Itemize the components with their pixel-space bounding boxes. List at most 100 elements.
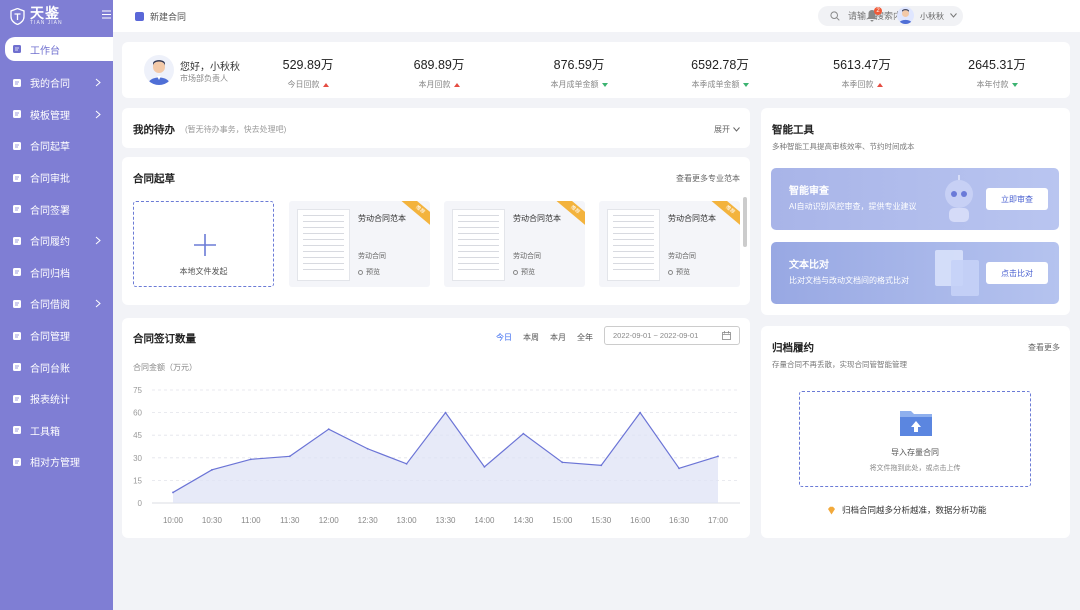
sidebar-item-6[interactable]: 合同履约: [0, 225, 113, 257]
report-icon: [13, 394, 21, 403]
data-point: [366, 447, 369, 450]
text-compare-button[interactable]: 点击比对: [986, 262, 1048, 284]
folder-upload-icon: [900, 411, 932, 436]
logo-title: 天鉴: [30, 5, 60, 21]
data-point: [327, 428, 330, 431]
range-tab[interactable]: 本周: [523, 332, 539, 343]
archive-icon: [13, 268, 21, 277]
page-tab[interactable]: 新建合同: [135, 10, 186, 23]
sidebar-item-9[interactable]: 合同管理: [0, 320, 113, 352]
tools-subtitle: 多种智能工具提高审核效率、节约时间成本: [772, 142, 915, 151]
data-point: [444, 411, 447, 414]
tool-name: 智能审查: [789, 186, 829, 197]
template-preview-button[interactable]: 预览: [513, 267, 535, 277]
template-type: 劳动合同: [358, 253, 386, 260]
template-title: 劳动合同范本: [668, 214, 716, 223]
y-tick-label: 45: [133, 431, 142, 440]
notification-badge: 2: [874, 7, 882, 15]
draft-title: 合同起草: [133, 173, 175, 185]
greeting-role: 市场部负责人: [180, 74, 228, 83]
document-icon: [13, 78, 21, 87]
avatar-icon: [148, 60, 170, 85]
range-tab[interactable]: 本月: [550, 332, 566, 343]
chart-title: 合同签订数量: [133, 333, 196, 345]
local-upload-button[interactable]: 本地文件发起: [133, 201, 274, 287]
x-tick-label: 10:00: [163, 516, 184, 525]
stat-item: 6592.78万 本季成单金额: [675, 54, 765, 90]
data-point: [678, 467, 680, 470]
user-avatar[interactable]: [897, 7, 914, 24]
document-thumbnail: [452, 209, 505, 281]
sidebar-item-13[interactable]: 相对方管理: [0, 446, 113, 478]
range-tab[interactable]: 今日: [496, 332, 512, 343]
sidebar-item-11[interactable]: 报表统计: [0, 383, 113, 415]
sidebar-item-10[interactable]: 合同台账: [0, 351, 113, 383]
sidebar-item-3[interactable]: 合同起草: [0, 130, 113, 162]
stat-item: 2645.31万 本年付款: [952, 54, 1042, 90]
data-point: [483, 465, 486, 468]
x-tick-label: 13:00: [397, 516, 418, 525]
menu-collapse-icon[interactable]: [102, 10, 111, 19]
calendar-icon: [722, 331, 731, 340]
stats-card: 您好，小秋秋 市场部负责人 529.89万 今日回款 689.89万 本月回款 876.…: [122, 42, 1070, 98]
date-range-picker[interactable]: 2022-09-01 ~ 2022-09-01: [604, 326, 740, 345]
document-icon: [135, 11, 144, 21]
stat-item: 5613.47万 本季回款: [817, 54, 907, 90]
template-preview-button[interactable]: 预览: [358, 267, 380, 277]
chart-card: 合同签订数量 今日 本周 本月 全年 2022-09-01 ~ 2022-09-01 …: [122, 318, 750, 538]
sidebar-item-4[interactable]: 合同审批: [0, 162, 113, 194]
data-point: [639, 411, 642, 414]
todo-expand-button[interactable]: 展开: [714, 124, 740, 135]
sidebar-item-7[interactable]: 合同归档: [0, 257, 113, 289]
template-card[interactable]: 劳动合同范本 劳动合同 预览 推荐: [444, 201, 585, 287]
chevron-right-icon: [95, 299, 101, 308]
chevron-down-icon[interactable]: [950, 13, 957, 18]
scrollbar[interactable]: [743, 197, 747, 247]
search-icon: [830, 11, 840, 21]
data-point: [288, 455, 291, 458]
template-card[interactable]: 劳动合同范本 劳动合同 预览 推荐: [289, 201, 430, 287]
sidebar-item-2[interactable]: 模板管理: [0, 99, 113, 131]
sidebar-item-label: 相对方管理: [30, 458, 80, 470]
tools-title: 智能工具: [772, 124, 814, 136]
template-preview-button[interactable]: 预览: [668, 267, 690, 277]
sidebar-item-0[interactable]: 工作台: [5, 37, 113, 61]
sidebar-item-1[interactable]: 我的合同: [0, 67, 113, 99]
stat-value: 2645.31万: [968, 58, 1026, 72]
archive-drop-hint: 将文件拖到此处，或点击上传: [869, 465, 961, 472]
y-tick-label: 30: [133, 454, 142, 463]
edit-icon: [13, 141, 21, 150]
x-tick-label: 15:30: [591, 516, 612, 525]
archive-title: 归档履约: [772, 342, 814, 354]
template-card[interactable]: 劳动合同范本 劳动合同 预览 推荐: [599, 201, 740, 287]
sidebar-item-label: 合同归档: [30, 268, 70, 280]
range-tab[interactable]: 全年: [577, 332, 593, 343]
ledger-icon: [13, 363, 21, 372]
stat-value: 529.89万: [282, 58, 334, 72]
document-thumbnail: [297, 209, 350, 281]
x-tick-label: 12:30: [358, 516, 379, 525]
tool-smart-review: 智能审查 AI自动识别风控审查，提供专业建议 立即审查: [771, 168, 1059, 230]
draft-more-link[interactable]: 查看更多专业范本: [676, 173, 740, 184]
archive-more-link[interactable]: 查看更多: [1028, 342, 1060, 353]
avatar-icon: [899, 9, 912, 24]
tools-card: 智能工具 多种智能工具提高审核效率、节约时间成本 智能审查 AI自动识别风控审查…: [761, 108, 1070, 315]
x-tick-label: 10:30: [202, 516, 223, 525]
sidebar-item-12[interactable]: 工具箱: [0, 415, 113, 447]
archive-upload-dropzone[interactable]: 导入存量合同 将文件拖到此处，或点击上传: [799, 391, 1031, 487]
logo[interactable]: 天鉴 TIAN JIAN: [0, 0, 113, 32]
smart-review-button[interactable]: 立即审查: [986, 188, 1048, 210]
chart-unit-label: 合同金额（万元）: [133, 363, 197, 372]
range-tabs: 今日 本周 本月 全年: [496, 332, 593, 343]
sidebar-item-label: 我的合同: [30, 79, 70, 91]
sidebar-nav: 工作台我的合同模板管理 合同起草 合同审批 合同签署 合同履约合同归档合同借阅 合同管理合…: [0, 36, 113, 478]
sidebar-item-5[interactable]: 合同签署: [0, 193, 113, 225]
sidebar-item-8[interactable]: 合同借阅: [0, 288, 113, 320]
user-name[interactable]: 小秋秋: [920, 11, 944, 22]
template-icon: [13, 110, 21, 119]
upload-label: 本地文件发起: [179, 267, 228, 276]
todo-title: 我的待办: [133, 124, 175, 136]
stat-value: 876.59万: [553, 58, 605, 72]
archive-drop-label: 导入存量合同: [891, 448, 939, 457]
chevron-right-icon: [95, 236, 101, 245]
